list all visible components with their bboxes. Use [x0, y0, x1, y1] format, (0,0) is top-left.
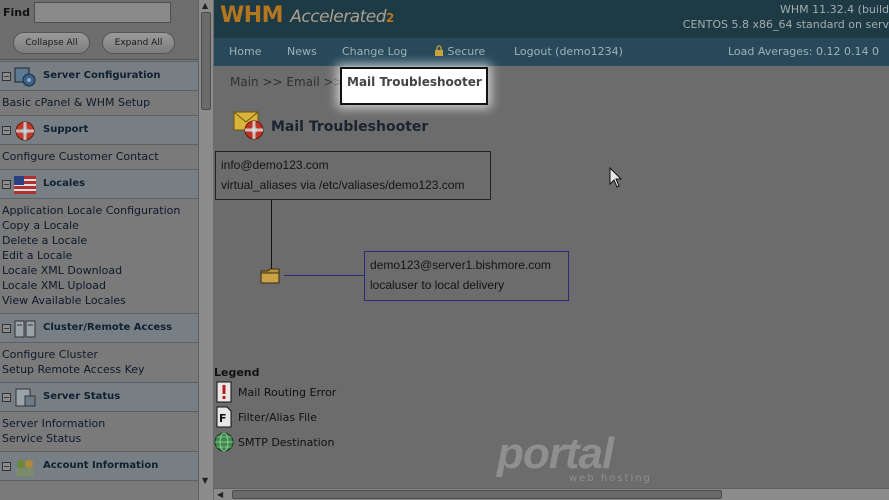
server-os: CENTOS 5.8 x86_64 standard on serv — [682, 18, 889, 31]
sidebar-scrollbar[interactable]: ▲ ▼ — [198, 0, 213, 500]
nav-secure[interactable]: Secure — [434, 45, 485, 58]
server-info: WHM 11.32.4 (build CENTOS 5.8 x86_64 sta… — [639, 2, 889, 32]
portal-watermark-sub: web hosting — [569, 473, 652, 484]
legend-title: Legend — [214, 366, 260, 379]
section-header-account-information[interactable]: − Account Information — [0, 451, 198, 481]
section-title: Server Configuration — [43, 70, 161, 81]
monitor-icon — [15, 388, 36, 407]
sidebar-link[interactable]: Delete a Locale — [2, 233, 198, 248]
sidebar-link[interactable]: Basic cPanel & WHM Setup — [2, 95, 198, 110]
collapse-toggle-icon[interactable]: − — [2, 126, 11, 135]
legend-label: Filter/Alias File — [238, 411, 317, 424]
expand-all-button[interactable]: Expand All — [102, 32, 175, 54]
route-method: localuser to local delivery — [370, 278, 505, 292]
section-header-cluster-remote-access[interactable]: − Cluster/Remote Access — [0, 313, 198, 343]
section-title: Cluster/Remote Access — [43, 322, 173, 333]
error-icon — [216, 381, 232, 403]
sidebar-link[interactable]: Service Status — [2, 431, 198, 446]
users-icon — [16, 460, 34, 476]
route-method: virtual_aliases via /etc/valiases/demo12… — [221, 178, 465, 192]
route-box-source: info@demo123.com virtual_aliases via /et… — [215, 151, 491, 200]
scroll-left-arrow-icon[interactable]: ◀ — [217, 490, 223, 499]
folder-icon — [260, 268, 280, 284]
lifebuoy-icon — [15, 121, 35, 141]
server-version: WHM 11.32.4 (build — [780, 3, 889, 16]
mouse-cursor-icon — [609, 167, 623, 188]
sidebar-link[interactable]: Configure Cluster — [2, 347, 198, 362]
section-header-server-status[interactable]: − Server Status — [0, 382, 198, 412]
scrollbar-thumb[interactable] — [201, 12, 211, 110]
sidebar-link[interactable]: Edit a Locale — [2, 248, 198, 263]
collapse-toggle-icon[interactable]: − — [2, 324, 11, 333]
content-area: Main >> Email >> Mail Troubleshooter Mai… — [214, 66, 889, 488]
sidebar-link[interactable]: Setup Remote Access Key — [2, 362, 198, 377]
breadcrumb[interactable]: Main >> Email >> — [230, 75, 344, 89]
collapse-toggle-icon[interactable]: − — [2, 462, 11, 471]
sidebar-menu: − Server Configuration Basic cPanel & WH… — [0, 61, 198, 481]
sidebar-link[interactable]: Configure Customer Contact — [2, 149, 198, 164]
sidebar-link[interactable]: Locale XML Upload — [2, 278, 198, 293]
flag-icon — [14, 176, 36, 194]
content-horizontal-scrollbar[interactable]: ◀ — [214, 488, 889, 500]
logo-version-text: 2 — [386, 11, 394, 25]
section-header-server-configuration[interactable]: − Server Configuration — [0, 61, 198, 91]
collapse-toggle-icon[interactable]: − — [2, 393, 11, 402]
scroll-down-arrow-icon[interactable]: ▼ — [202, 476, 208, 485]
file-icon: F — [216, 406, 232, 428]
scrollbar-thumb[interactable] — [232, 490, 722, 499]
scroll-up-arrow-icon[interactable]: ▲ — [202, 1, 208, 10]
section-title: Account Information — [43, 460, 159, 471]
section-header-support[interactable]: − Support — [0, 115, 198, 145]
route-connector-vertical — [271, 200, 272, 270]
servers-icon — [14, 320, 36, 338]
section-header-locales[interactable]: − Locales — [0, 169, 198, 199]
legend-label: SMTP Destination — [238, 436, 335, 449]
section-title: Server Status — [43, 391, 121, 402]
sidebar-link[interactable]: View Available Locales — [2, 293, 198, 308]
route-address: demo123@server1.bishmore.com — [370, 258, 551, 272]
globe-icon — [214, 432, 234, 452]
nav-bar: Home News Change Log Secure Logout (demo… — [214, 38, 889, 66]
section-title: Support — [43, 124, 89, 135]
sidebar-link[interactable]: Server Information — [2, 416, 198, 431]
breadcrumb-current: Mail Troubleshooter — [340, 67, 488, 105]
collapse-all-button[interactable]: Collapse All — [13, 32, 90, 54]
route-address: info@demo123.com — [221, 158, 329, 172]
svg-text:F: F — [219, 412, 227, 425]
gear-icon — [14, 67, 36, 87]
load-averages: Load Averages: 0.12 0.14 0 — [728, 45, 879, 58]
mail-troubleshooter-icon — [233, 111, 264, 140]
section-title: Locales — [43, 178, 86, 189]
legend-label: Mail Routing Error — [238, 386, 337, 399]
logo-accent-text: Accelerated — [290, 7, 387, 27]
nav-change-log[interactable]: Change Log — [342, 45, 407, 58]
route-connector-horizontal — [284, 275, 364, 276]
sidebar-link[interactable]: Application Locale Configuration — [2, 203, 198, 218]
nav-logout[interactable]: Logout (demo1234) — [514, 45, 623, 58]
sidebar: Find Collapse All Expand All − Server Co… — [0, 0, 213, 500]
nav-news[interactable]: News — [287, 45, 317, 58]
nav-home[interactable]: Home — [229, 45, 261, 58]
page-title: Mail Troubleshooter — [271, 119, 429, 135]
portal-watermark: portal — [497, 429, 614, 478]
sidebar-link[interactable]: Copy a Locale — [2, 218, 198, 233]
lock-icon — [435, 45, 443, 56]
whm-logo[interactable]: WHM Accelerated2 — [220, 3, 394, 28]
nav-secure-label: Secure — [447, 45, 486, 58]
find-input[interactable] — [34, 2, 171, 23]
collapse-toggle-icon[interactable]: − — [2, 180, 11, 189]
route-box-destination: demo123@server1.bishmore.com localuser t… — [364, 251, 569, 301]
find-bar: Find Collapse All Expand All — [0, 0, 198, 60]
find-label: Find — [3, 6, 30, 19]
collapse-toggle-icon[interactable]: − — [2, 72, 11, 81]
main-area: WHM Accelerated2 WHM 11.32.4 (build CENT… — [214, 0, 889, 500]
logo-main-text: WHM — [220, 3, 284, 28]
top-header: WHM Accelerated2 WHM 11.32.4 (build CENT… — [214, 0, 889, 38]
sidebar-link[interactable]: Locale XML Download — [2, 263, 198, 278]
